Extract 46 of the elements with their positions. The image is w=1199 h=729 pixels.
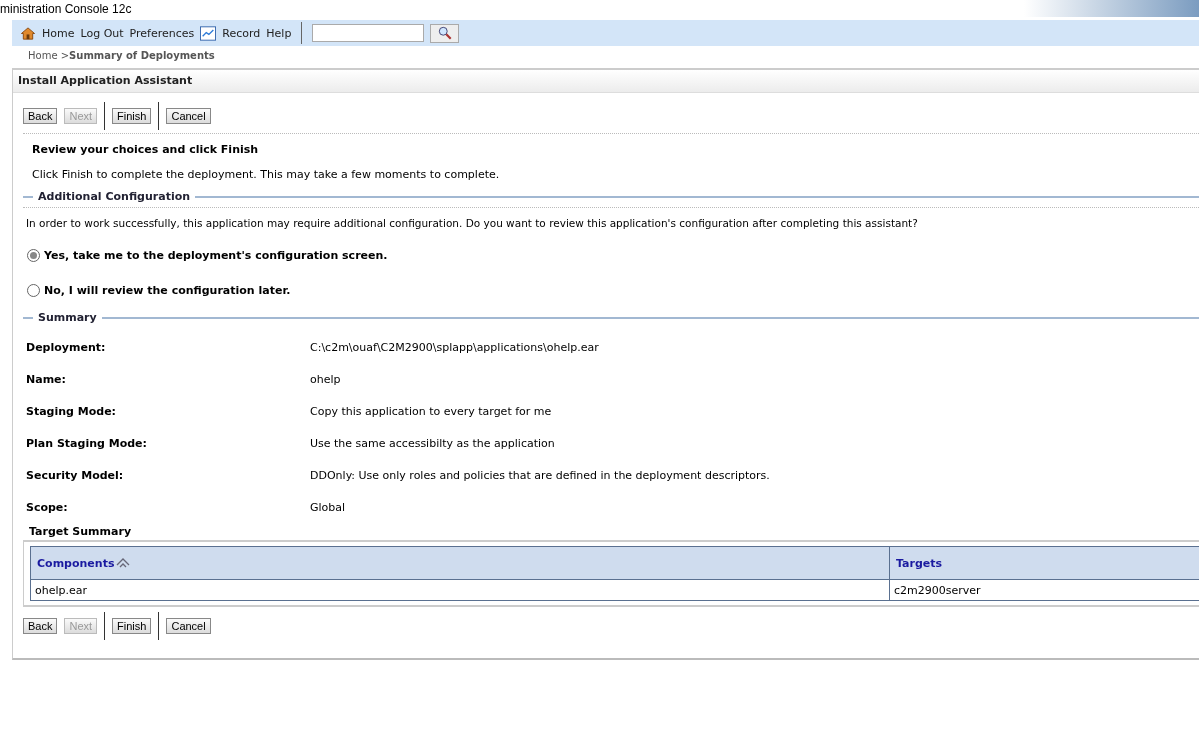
field-value: Use the same accessibilty as the application xyxy=(310,436,555,450)
toolbar-link[interactable]: Log Out xyxy=(80,26,124,40)
field-value: DDOnly: Use only roles and policies that are defined in the deployment descriptors. xyxy=(310,468,770,482)
field-label: Scope: xyxy=(26,500,69,514)
intro-text: Click Finish to complete the deployment. This may take a few moments to complete. xyxy=(32,168,501,181)
field-value: Global xyxy=(310,500,346,514)
field-label: Deployment: xyxy=(26,340,107,354)
sort-icon[interactable] xyxy=(116,558,131,568)
radio-label[interactable]: Yes, take me to the deployment's configuration screen. xyxy=(44,249,388,262)
toolbar-link[interactable]: Home xyxy=(42,26,75,40)
toolbar-link[interactable]: Record xyxy=(222,26,261,40)
column-header[interactable]: Targets xyxy=(896,556,943,570)
toolbar-link[interactable]: Preferences xyxy=(129,26,195,40)
action-button[interactable]: Cancel xyxy=(166,618,211,634)
field-label: Name: xyxy=(26,372,67,386)
chart-icon[interactable] xyxy=(200,25,217,41)
breadcrumb-link[interactable]: Home > xyxy=(28,50,70,61)
radio-button[interactable] xyxy=(27,284,40,297)
section-title: Summary xyxy=(38,311,97,324)
field-label: Staging Mode: xyxy=(26,404,118,418)
breadcrumb-current: Summary of Deployments xyxy=(69,50,215,61)
table-title: Target Summary xyxy=(29,525,133,538)
field-value: C:\c2m\ouaf\C2M2900\splapp\applications\ohelp.ear xyxy=(310,340,599,354)
field-label: Security Model: xyxy=(26,468,125,482)
question-text: In order to work successfully, this application may require additional configuration. Do you want to review this application's configuration after completing this assistant? xyxy=(26,217,919,229)
step-heading: Review your choices and click Finish xyxy=(32,143,260,156)
field-value: Copy this application to every target for me xyxy=(310,404,552,418)
table-cell: ohelp.ear xyxy=(35,583,88,597)
table-cell: c2m2900server xyxy=(894,583,981,597)
radio-label[interactable]: No, I will review the configuration later. xyxy=(44,284,291,297)
action-button[interactable]: Back xyxy=(23,108,58,124)
radio-button[interactable] xyxy=(27,249,40,262)
search-icon[interactable] xyxy=(437,26,452,40)
field-value: ohelp xyxy=(310,372,341,386)
action-button[interactable]: Back xyxy=(23,618,58,634)
action-button[interactable]: Finish xyxy=(112,108,152,124)
search-button[interactable] xyxy=(430,23,460,43)
toolbar-link[interactable]: Help xyxy=(266,26,292,40)
action-button[interactable]: Cancel xyxy=(166,108,211,124)
search-field[interactable] xyxy=(312,24,425,42)
column-header[interactable]: Components xyxy=(37,556,115,570)
field-label: Plan Staging Mode: xyxy=(26,436,148,450)
house-icon[interactable] xyxy=(20,25,36,41)
window-title: ministration Console 12c xyxy=(0,1,132,16)
action-button[interactable]: Finish xyxy=(112,618,152,634)
section-title: Additional Configuration xyxy=(38,190,191,203)
